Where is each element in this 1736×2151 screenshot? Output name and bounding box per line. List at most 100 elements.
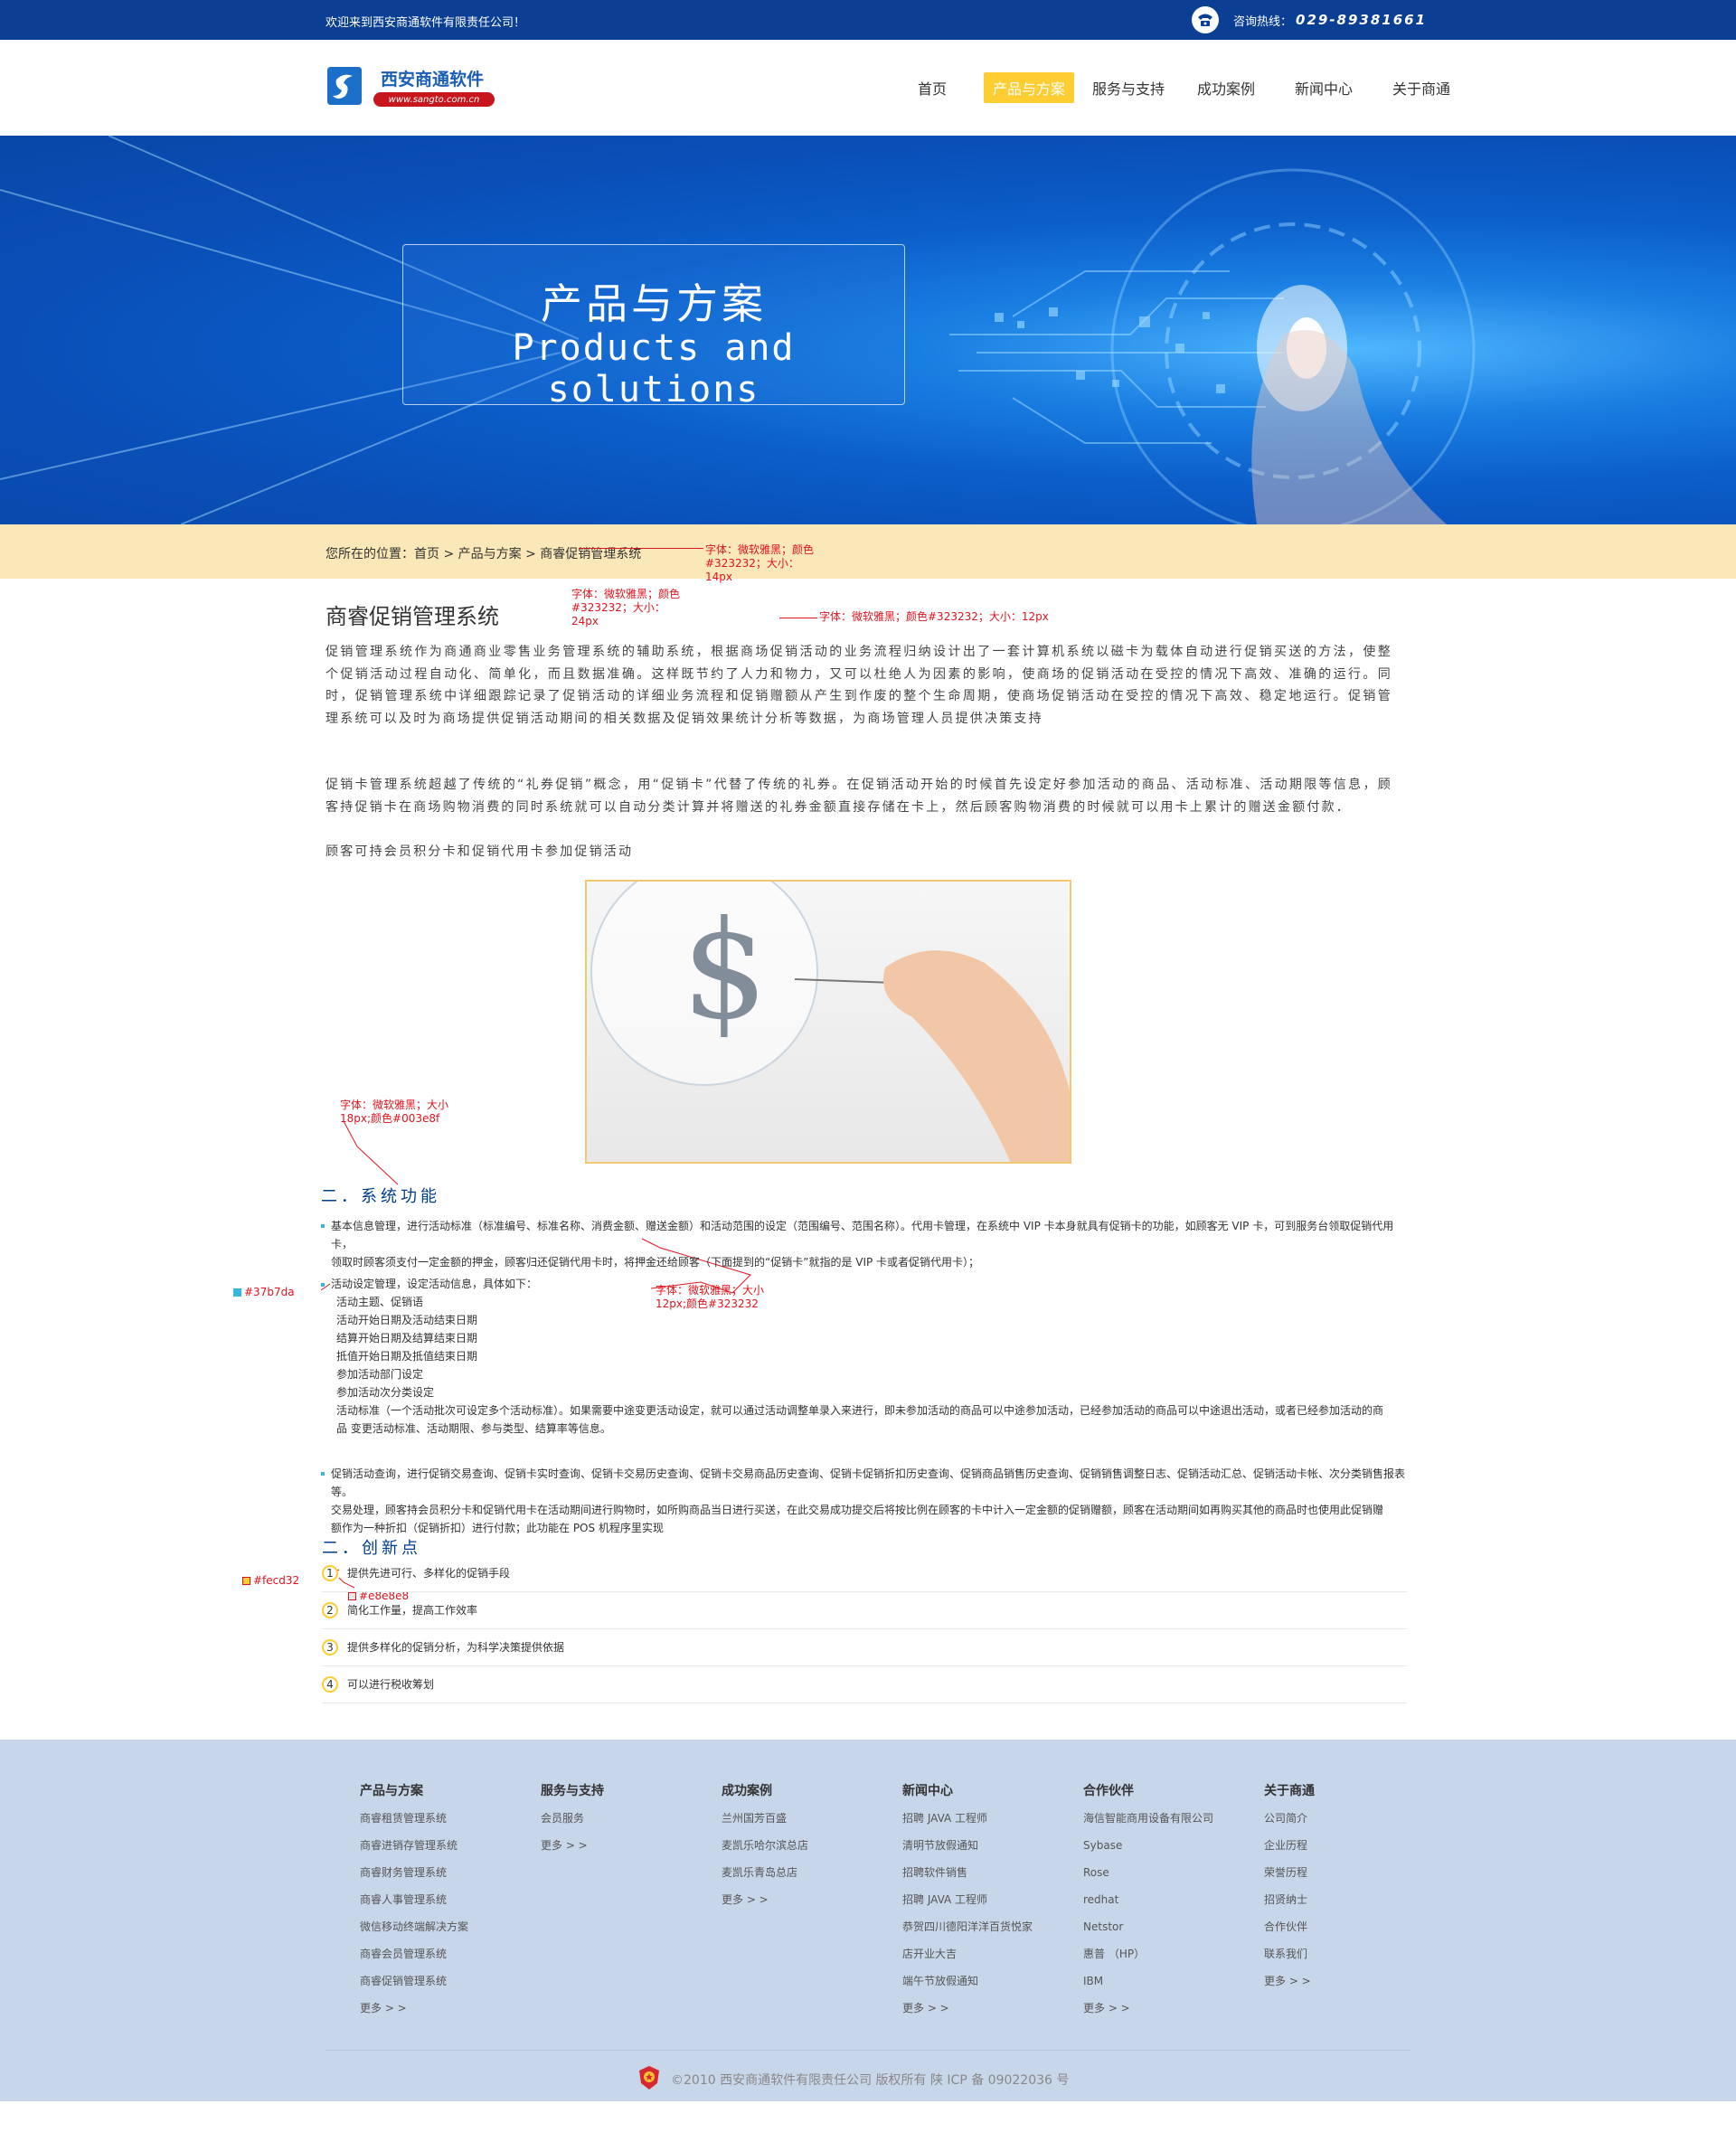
footer-column-title: 关于商通 <box>1264 1784 1315 1798</box>
footer-link[interactable]: 店开业大吉 <box>902 1940 1033 1967</box>
annotation-num-color: #fecd32 <box>242 1574 299 1588</box>
footer-column-products: 产品与方案 商睿租赁管理系统 商睿进销存管理系统 商睿财务管理系统 商睿人事管理… <box>360 1781 468 2022</box>
footer-link[interactable]: 招聘 JAVA 工程师 <box>902 1805 1033 1832</box>
footer-link[interactable]: 惠普 （HP） <box>1083 1940 1213 1967</box>
innovation-text: 提供先进可行、多样化的促销手段 <box>347 1567 511 1580</box>
section-title-functions: 二．系统功能 <box>321 1187 440 1206</box>
footer-column-cases: 成功案例 兰州国芳百盛 麦凯乐哈尔滨总店 麦凯乐青岛总店 更多 > > <box>722 1781 808 1913</box>
banner: 产品与方案 Products and solutions <box>0 136 1736 524</box>
annotation-paragraph: 字体：微软雅黑；颜色#323232；大小：12px <box>819 610 1049 623</box>
footer-more-link[interactable]: 更多 > > <box>722 1886 808 1913</box>
intro-paragraph-2: 促销卡管理系统超越了传统的“礼券促销”概念，用“促销卡”代替了传统的礼券。在促销… <box>326 778 1392 815</box>
number-badge: 4 <box>322 1676 338 1693</box>
police-badge-icon <box>639 2066 659 2090</box>
nav-service[interactable]: 服务与支持 <box>1085 72 1172 103</box>
swatch-icon <box>233 1288 241 1297</box>
innovation-text: 提供多样化的促销分析，为科学决策提供依据 <box>347 1641 565 1654</box>
number-badge: 2 <box>322 1602 338 1618</box>
footer <box>0 1740 1736 2101</box>
footer-link[interactable]: 招聘 JAVA 工程师 <box>902 1886 1033 1913</box>
footer-column-title: 服务与支持 <box>541 1784 604 1798</box>
banner-title-en: Products and solutions <box>512 327 796 410</box>
footer-link[interactable]: redhat <box>1083 1886 1213 1913</box>
footer-more-link[interactable]: 更多 > > <box>541 1832 604 1859</box>
product-image: $ <box>585 880 1071 1164</box>
breadcrumb[interactable]: 您所在的位置：首页 > 产品与方案 > 商睿促销管理系统 <box>326 544 641 562</box>
copyright: ©2010 西安商通软件有限责任公司 版权所有 陕 ICP 备 09022036… <box>671 2073 1070 2088</box>
footer-link[interactable]: 麦凯乐哈尔滨总店 <box>722 1832 808 1859</box>
footer-link[interactable]: IBM <box>1083 1967 1213 1995</box>
footer-link[interactable]: 端午节放假通知 <box>902 1967 1033 1995</box>
footer-link[interactable]: 商睿促销管理系统 <box>360 1967 468 1995</box>
welcome-text: 欢迎来到西安商通软件有限责任公司！ <box>326 16 526 30</box>
function-item-activity: 活动设定管理，设定活动信息，具体如下： 活动主题、促销语 活动开始日期及活动结束日… <box>331 1278 1384 1435</box>
breadcrumb-bar <box>0 524 1736 579</box>
footer-column-service: 服务与支持 会员服务 更多 > > <box>541 1781 604 1859</box>
footer-more-link[interactable]: 更多 > > <box>1083 1995 1213 2022</box>
footer-link[interactable]: 麦凯乐青岛总店 <box>722 1859 808 1886</box>
footer-column-title: 产品与方案 <box>360 1784 423 1798</box>
nav-about[interactable]: 关于商通 <box>1380 72 1463 103</box>
svg-text:$: $ <box>682 892 768 1050</box>
footer-link[interactable]: 兰州国芳百盛 <box>722 1805 808 1832</box>
footer-column-title: 合作伙伴 <box>1083 1784 1134 1798</box>
list-item: 4 可以进行税收筹划 <box>322 1666 1407 1703</box>
annotation-line <box>579 548 703 549</box>
logo-name: 西安商通软件 <box>381 70 485 90</box>
footer-link[interactable]: 商睿人事管理系统 <box>360 1886 468 1913</box>
footer-more-link[interactable]: 更多 > > <box>360 1995 468 2022</box>
nav-home[interactable]: 首页 <box>904 72 960 103</box>
footer-column-partners: 合作伙伴 海信智能商用设备有限公司 Sybase Rose redhat Net… <box>1083 1781 1213 2022</box>
footer-link[interactable]: 商睿租赁管理系统 <box>360 1805 468 1832</box>
footer-link[interactable]: 会员服务 <box>541 1805 604 1832</box>
footer-divider <box>326 2050 1410 2051</box>
annotation-bullet-color: #37b7da <box>233 1286 295 1299</box>
nav-news[interactable]: 新闻中心 <box>1282 72 1365 103</box>
footer-column-title: 成功案例 <box>722 1784 772 1798</box>
footer-link[interactable]: 微信移动终端解决方案 <box>360 1913 468 1940</box>
footer-link[interactable]: 清明节放假通知 <box>902 1832 1033 1859</box>
bullet-icon <box>321 1472 325 1476</box>
function-item-basic: 基本信息管理，进行活动标准（标准编号、标准名称、消费金额、赠送金额）和活动范围的… <box>331 1220 1394 1269</box>
footer-link[interactable]: 合作伙伴 <box>1264 1913 1315 1940</box>
footer-link[interactable]: Netstor <box>1083 1913 1213 1940</box>
hotline: 咨询热线： 029-89381661 <box>1192 6 1428 33</box>
intro-paragraph: 促销管理系统作为商通商业零售业务管理系统的辅助系统，根据商场促销活动的业务流程归… <box>326 645 1392 726</box>
top-bar <box>0 0 1736 40</box>
footer-link[interactable]: 商睿会员管理系统 <box>360 1940 468 1967</box>
footer-link[interactable]: 商睿财务管理系统 <box>360 1859 468 1886</box>
phone-icon <box>1192 6 1219 33</box>
footer-link[interactable]: 恭贺四川德阳洋洋百货悦家 <box>902 1913 1033 1940</box>
footer-link[interactable]: Rose <box>1083 1859 1213 1886</box>
footer-link[interactable]: 公司简介 <box>1264 1805 1315 1832</box>
hotline-label: 咨询热线： <box>1233 14 1293 29</box>
banner-title-cn: 产品与方案 <box>541 279 767 328</box>
innovation-text: 可以进行税收筹划 <box>347 1678 435 1691</box>
footer-more-link[interactable]: 更多 > > <box>902 1995 1033 2022</box>
footer-column-news: 新闻中心 招聘 JAVA 工程师 清明节放假通知 招聘软件销售 招聘 JAVA … <box>902 1781 1033 2022</box>
footer-link[interactable]: 联系我们 <box>1264 1940 1315 1967</box>
footer-link[interactable]: 招聘软件销售 <box>902 1859 1033 1886</box>
footer-link[interactable]: 招贤纳士 <box>1264 1886 1315 1913</box>
page-title: 商睿促销管理系统 <box>326 604 499 629</box>
hotline-number: 029-89381661 <box>1296 12 1428 28</box>
nav-products[interactable]: 产品与方案 <box>984 72 1074 103</box>
list-item: 1 提供先进可行、多样化的促销手段 <box>322 1555 1407 1592</box>
annotation-crumb: 字体：微软雅黑；颜色 #323232；大小： 14px <box>705 543 815 583</box>
footer-link[interactable]: 企业历程 <box>1264 1832 1315 1859</box>
footer-more-link[interactable]: 更多 > > <box>1264 1967 1315 1995</box>
footer-link[interactable]: 荣誉历程 <box>1264 1859 1315 1886</box>
logo-url: www.sangto.com.cn <box>373 92 495 107</box>
list-item: 3 提供多样化的促销分析，为科学决策提供依据 <box>322 1629 1407 1666</box>
footer-link[interactable]: 商睿进销存管理系统 <box>360 1832 468 1859</box>
footer-link[interactable]: Sybase <box>1083 1832 1213 1859</box>
annotation-title: 字体：微软雅黑；颜色 #323232；大小： 24px <box>571 588 681 627</box>
bullet-icon <box>321 1224 325 1228</box>
number-badge: 3 <box>322 1639 338 1656</box>
number-badge: 1 <box>322 1565 338 1581</box>
footer-link[interactable]: 海信智能商用设备有限公司 <box>1083 1805 1213 1832</box>
innovation-text: 简化工作量，提高工作效率 <box>347 1604 478 1617</box>
swatch-icon <box>242 1577 250 1585</box>
nav-cases[interactable]: 成功案例 <box>1184 72 1268 103</box>
intro-paragraph-3: 顾客可持会员积分卡和促销代用卡参加促销活动 <box>326 844 634 859</box>
